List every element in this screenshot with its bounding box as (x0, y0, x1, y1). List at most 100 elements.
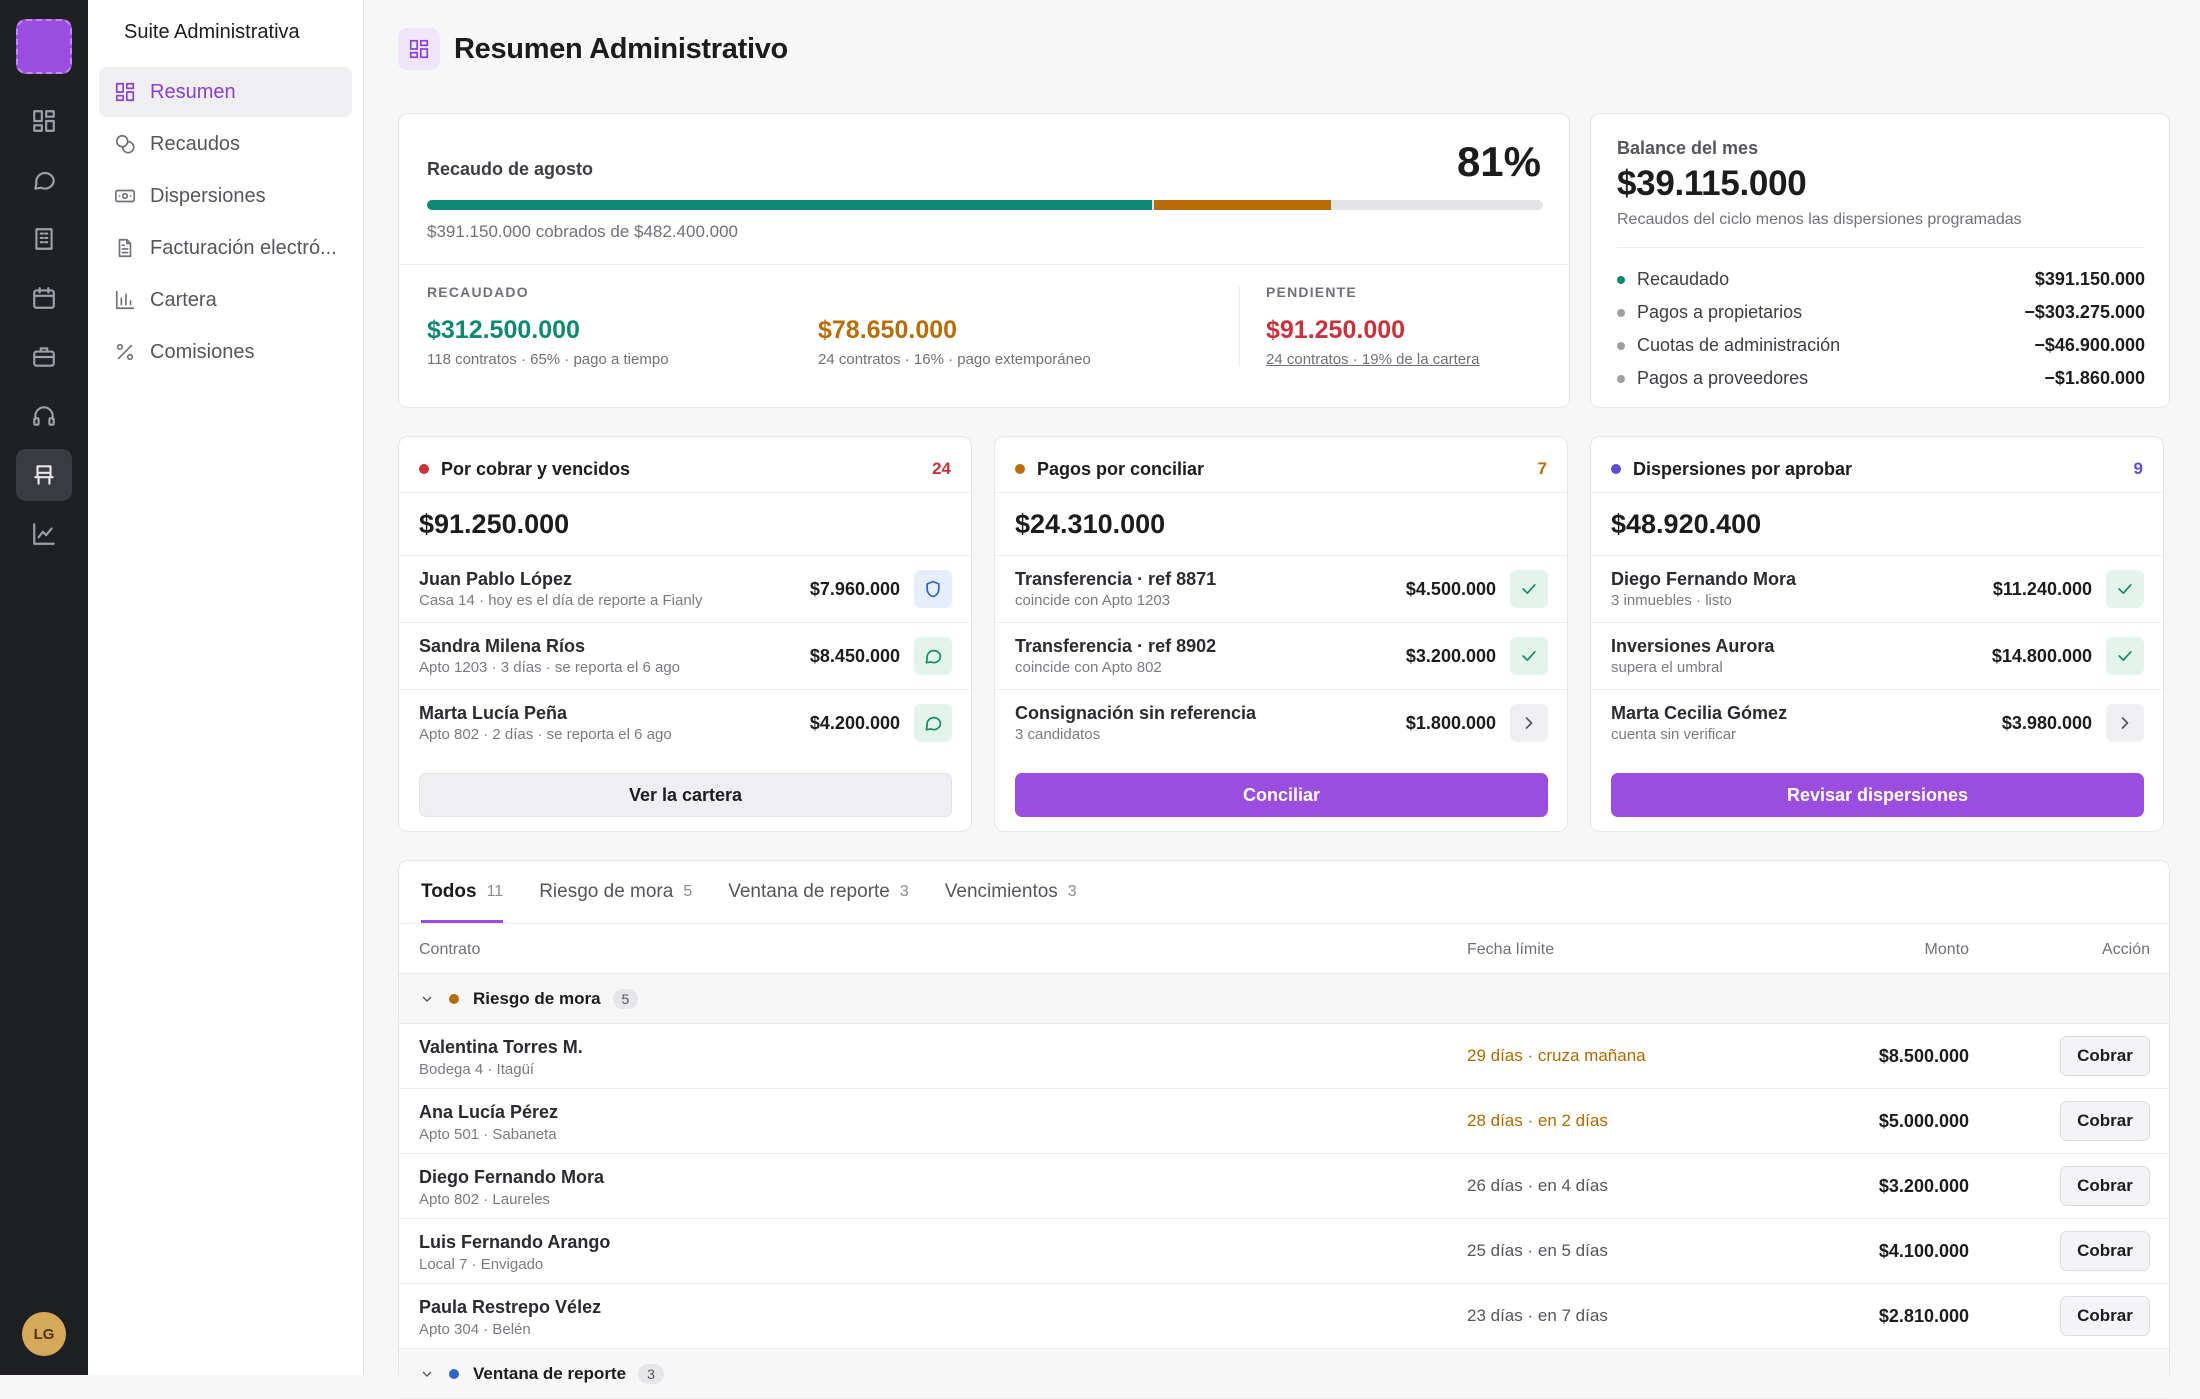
status-dot (1617, 308, 1625, 317)
queue-header: Pagos por conciliar 7 (1015, 454, 1547, 484)
deadline: 28 días · en 2 días (1467, 1111, 1608, 1130)
tab-count: 3 (1067, 883, 1077, 900)
chevron-right-icon[interactable] (2106, 704, 2144, 742)
collect-button[interactable]: Cobrar (2060, 1166, 2150, 1206)
sidebar-item-resumen[interactable]: Resumen (99, 67, 352, 117)
queue-item[interactable]: Consignación sin referencia 3 candidatos… (995, 689, 1567, 756)
table-row[interactable]: Ana Lucía Pérez Apto 501 · Sabaneta 28 d… (399, 1089, 2169, 1154)
contract-detail: Bodega 4 · Itagüí (419, 1061, 535, 1078)
rail-briefcase-icon[interactable] (16, 331, 72, 383)
balance-row-label: Pagos a propietarios (1637, 302, 1803, 322)
sidebar-item-cartera[interactable]: Cartera (99, 275, 352, 325)
queue-item[interactable]: Transferencia · ref 8902 coincide con Ap… (995, 622, 1567, 689)
rail-headset-icon[interactable] (16, 390, 72, 442)
queue-amount: $48.920.400 (1611, 509, 1762, 539)
contract-name: Diego Fernando Mora (419, 1167, 605, 1187)
rail-dashboard-icon[interactable] (16, 95, 72, 147)
tab-todos[interactable]: Todos 11 (421, 861, 504, 923)
percent-icon (116, 343, 134, 361)
rail-calendar-icon[interactable] (16, 272, 72, 324)
avatar[interactable]: LG (22, 1312, 66, 1356)
column-header-contract[interactable]: Contrato (419, 941, 480, 959)
queue-card: Dispersiones por aprobar 9 $48.920.400 D… (1590, 436, 2164, 832)
collect-button[interactable]: Cobrar (2060, 1101, 2150, 1141)
sidebar-item-label: Cartera (150, 288, 217, 311)
collect-button[interactable]: Cobrar (2060, 1036, 2150, 1076)
collect-button[interactable]: Cobrar (2060, 1296, 2150, 1336)
queue-item-name: Sandra Milena Ríos (419, 636, 586, 656)
page-title: Resumen Administrativo (454, 32, 788, 65)
queue-item[interactable]: Sandra Milena Ríos Apto 1203 · 3 días · … (399, 622, 971, 689)
amount: $4.100.000 (1878, 1241, 1969, 1261)
progress-late (1154, 200, 1331, 210)
queue-action-button[interactable]: Ver la cartera (419, 773, 952, 817)
divider (1591, 492, 2163, 493)
rail-store-icon[interactable] (16, 449, 72, 501)
group-row-ventana-de-reporte[interactable]: Ventana de reporte 3 (399, 1349, 2169, 1399)
queue-action-button[interactable]: Revisar dispersiones (1611, 773, 2144, 817)
main-content: Resumen Administrativo Recaudo de agosto… (364, 0, 2200, 1399)
queue-item[interactable]: Juan Pablo López Casa 14 · hoy es el día… (399, 555, 971, 622)
queue-item[interactable]: Marta Lucía Peña Apto 802 · 2 días · se … (399, 689, 971, 756)
column-header-amount[interactable]: Monto (1925, 941, 1969, 959)
sidebar-item-comisiones[interactable]: Comisiones (99, 327, 352, 377)
check-icon[interactable] (2106, 570, 2144, 608)
collect-button[interactable]: Cobrar (2060, 1231, 2150, 1271)
file-text-icon (118, 238, 132, 258)
queue-item[interactable]: Transferencia · ref 8871 coincide con Ap… (995, 555, 1567, 622)
divider (1239, 286, 1240, 366)
rail-chat-icon[interactable] (16, 154, 72, 206)
rail-trend-icon[interactable] (16, 508, 72, 560)
rail-building-icon[interactable] (16, 213, 72, 265)
shield-icon[interactable] (914, 570, 952, 608)
check-icon[interactable] (1510, 570, 1548, 608)
group-count-badge: 3 (638, 1363, 664, 1384)
tab-riesgo-de-mora[interactable]: Riesgo de mora 5 (539, 861, 692, 923)
check-icon[interactable] (1510, 637, 1548, 675)
group-row-riesgo-de-mora[interactable]: Riesgo de mora 5 (399, 974, 2169, 1024)
queue-item[interactable]: Diego Fernando Mora 3 inmuebles · listo … (1591, 555, 2163, 622)
status-dot (1617, 374, 1625, 383)
sidebar-item-label: Comisiones (150, 340, 255, 363)
dashboard-icon (115, 82, 135, 102)
queue-card: Por cobrar y vencidos 24 $91.250.000 Jua… (398, 436, 972, 832)
chevron-right-icon[interactable] (1510, 704, 1548, 742)
sidebar-item-recaudos[interactable]: Recaudos (99, 119, 352, 169)
check-icon[interactable] (2106, 637, 2144, 675)
queue-item[interactable]: Inversiones Aurora supera el umbral $14.… (1591, 622, 2163, 689)
status-dot (1611, 464, 1621, 474)
contract-name: Luis Fernando Arango (419, 1232, 611, 1252)
dashboard-icon (398, 28, 440, 70)
collection-progress-bar (427, 200, 1543, 210)
message-icon[interactable] (914, 637, 952, 675)
sidebar-item-facturacion[interactable]: Facturación electró... (99, 223, 352, 273)
table-row[interactable]: Luis Fernando Arango Local 7 · Envigado … (399, 1219, 2169, 1284)
table-row[interactable]: Diego Fernando Mora Apto 802 · Laureles … (399, 1154, 2169, 1219)
tab-ventana-de-reporte[interactable]: Ventana de reporte 3 (728, 861, 909, 923)
stat-header: RECAUDADO (427, 284, 529, 300)
balance-row: Cuotas de administración −$46.900.000 (1617, 329, 2145, 362)
tab-vencimientos[interactable]: Vencimientos 3 (945, 861, 1077, 923)
stat-detail-link[interactable]: 24 contratos · 19% de la cartera (1266, 351, 1479, 368)
queue-action-button[interactable]: Conciliar (1015, 773, 1548, 817)
queue-item-amount: $8.450.000 (809, 645, 900, 666)
balance-row: Pagos a propietarios −$303.275.000 (1617, 296, 2145, 329)
table-row[interactable]: Paula Restrepo Vélez Apto 304 · Belén 23… (399, 1284, 2169, 1349)
sidebar-brand: Suite Administrativa (124, 21, 300, 43)
message-icon[interactable] (914, 704, 952, 742)
queue-item-name: Juan Pablo López (419, 569, 573, 589)
divider (399, 492, 971, 493)
queue-header: Por cobrar y vencidos 24 (419, 454, 951, 484)
tab-count: 11 (486, 883, 504, 900)
app-logo[interactable] (16, 19, 72, 74)
queue-item[interactable]: Marta Cecilia Gómez cuenta sin verificar… (1591, 689, 2163, 756)
sidebar-item-label: Recaudos (150, 132, 241, 155)
balance-card: Balance del mes $39.115.000 Recaudos del… (1590, 113, 2170, 408)
sidebar-item-dispersiones[interactable]: Dispersiones (99, 171, 352, 221)
table-row[interactable]: Valentina Torres M. Bodega 4 · Itagüí 29… (399, 1024, 2169, 1089)
column-header-deadline[interactable]: Fecha límite (1467, 941, 1554, 959)
stat-late: $78.650.000 24 contratos · 16% · pago ex… (818, 284, 1091, 368)
queue-header: Dispersiones por aprobar 9 (1611, 454, 2143, 484)
group-label: Riesgo de mora (473, 988, 601, 1008)
queue-item-amount: $14.800.000 (1991, 645, 2092, 666)
